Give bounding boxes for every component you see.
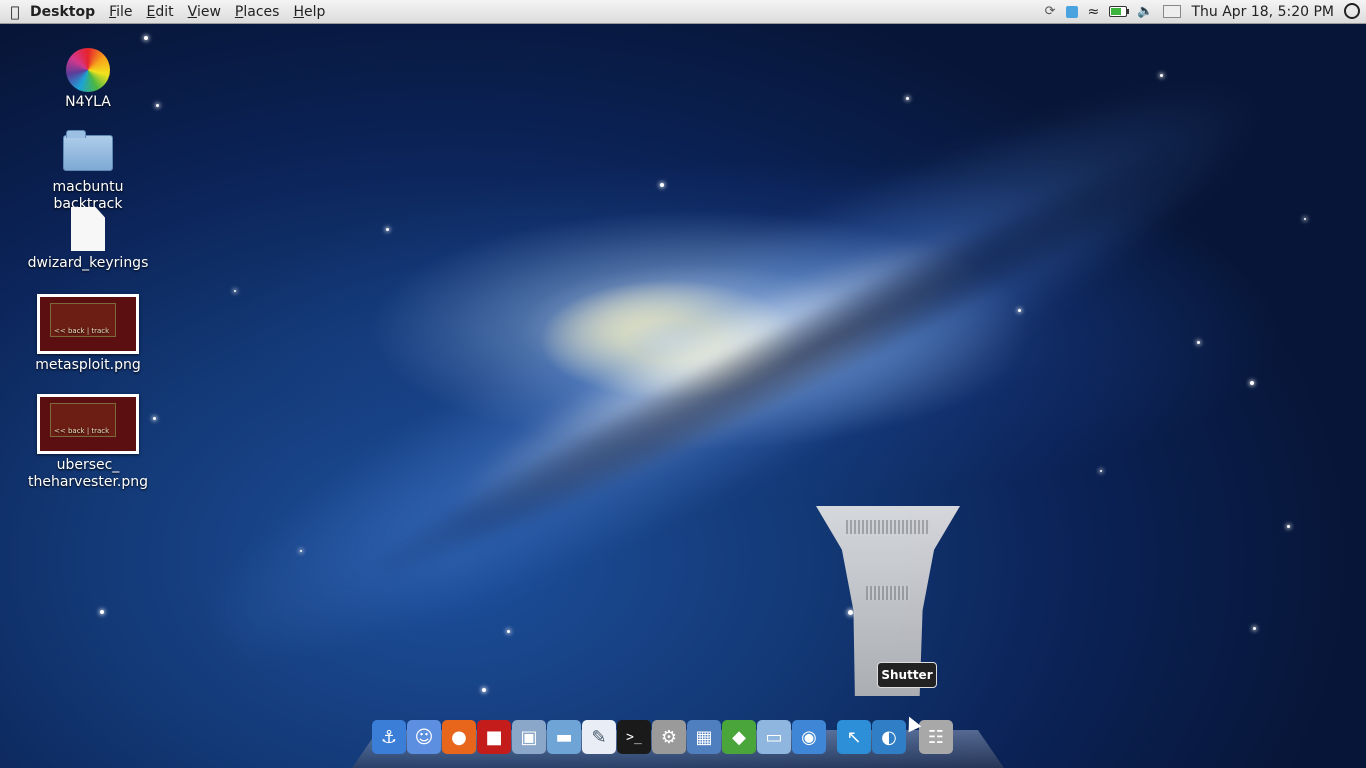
photo-booth-dock-item[interactable]: ■: [477, 720, 511, 754]
apple-logo-icon[interactable]: : [0, 3, 30, 21]
menu-places[interactable]: Places: [235, 4, 280, 20]
anchor-icon: ⚓: [380, 726, 398, 748]
home-folder-dock-item[interactable]: ▭: [757, 720, 791, 754]
photo-booth-icon: ■: [485, 726, 503, 748]
trash-icon: ☷: [927, 726, 945, 748]
cursor-app-icon: ↖: [846, 726, 862, 748]
anchor-dock-item[interactable]: ⚓: [372, 720, 406, 754]
desktop-icon-ubersec-theharvester-png[interactable]: << back | track ubersec_ theharvester.pn…: [18, 394, 158, 491]
dock-tooltip: Shutter: [877, 662, 937, 688]
sync-icon[interactable]: ⟳: [1045, 4, 1056, 19]
home-folder-icon: ▭: [765, 726, 783, 748]
battery-icon[interactable]: [1109, 6, 1130, 17]
thumbnail-text: << back | track: [54, 327, 110, 335]
spotlight-search-icon[interactable]: [1344, 2, 1360, 19]
workspace-switcher-icon: ▦: [695, 726, 713, 748]
shutter-icon: ◐: [881, 726, 897, 748]
desktop-icon-label: dwizard_keyrings: [27, 255, 149, 271]
image-thumbnail-icon: << back | track: [37, 294, 139, 354]
software-center-dock-item[interactable]: ◆: [722, 720, 756, 754]
scanner-dock-item[interactable]: ▬: [547, 720, 581, 754]
desktop-icon-label: metasploit.png: [35, 357, 141, 373]
flower-logo-icon: [66, 48, 110, 92]
system-tray: ⟳ ≈ 🔈 Thu Apr 18, 5:20 PM: [1045, 0, 1360, 23]
text-editor-icon: ✎: [591, 726, 607, 748]
cursor-app-dock-item[interactable]: ↖: [837, 720, 871, 754]
clock[interactable]: Thu Apr 18, 5:20 PM: [1191, 4, 1334, 20]
firefox-icon: ●: [451, 726, 467, 748]
folder-icon: [63, 130, 113, 171]
chat-icon: ◉: [801, 726, 817, 748]
image-viewer-icon: ▣: [520, 726, 538, 748]
volume-icon[interactable]: 🔈: [1137, 4, 1153, 19]
document-icon: [71, 207, 105, 251]
system-preferences-icon: ⚙: [660, 726, 678, 748]
galaxy-dust-lane: [363, 129, 1197, 601]
mail-icon[interactable]: [1163, 5, 1182, 18]
desktop-icon-metasploit-png[interactable]: << back | track metasploit.png: [18, 294, 158, 374]
desktop-icon-macbuntu-backtrack[interactable]: macbuntu backtrack: [18, 130, 158, 213]
terminal-dock-item[interactable]: >_: [617, 720, 651, 754]
workspace-switcher-dock-item[interactable]: ▦: [687, 720, 721, 754]
text-editor-dock-item[interactable]: ✎: [582, 720, 616, 754]
menu-help[interactable]: Help: [293, 4, 325, 20]
image-thumbnail-icon: << back | track: [37, 394, 139, 454]
desktop-icon-n4yla[interactable]: N4YLA: [18, 48, 158, 111]
galaxy-wallpaper-glow: [173, 0, 1307, 722]
menu-view[interactable]: View: [188, 4, 221, 20]
image-viewer-dock-item[interactable]: ▣: [512, 720, 546, 754]
chat-dock-item[interactable]: ◉: [792, 720, 826, 754]
scanner-icon: ▬: [555, 726, 573, 748]
desktop-icon-dwizard-keyrings[interactable]: dwizard_keyrings: [18, 207, 158, 272]
shutter-dock-item[interactable]: ◐: [872, 720, 906, 754]
menu-file[interactable]: File: [109, 4, 132, 20]
trash-dock-item[interactable]: ☷: [919, 720, 953, 754]
desktop-icon-label-line-1: ubersec_: [56, 457, 120, 473]
software-center-icon: ◆: [732, 726, 746, 748]
finder-icon: ☺: [414, 726, 434, 748]
app-name[interactable]: Desktop: [30, 4, 95, 20]
battery-level: [1111, 8, 1122, 15]
firefox-dock-item[interactable]: ●: [442, 720, 476, 754]
terminal-icon: >_: [626, 729, 642, 745]
desktop-icon-label: N4YLA: [65, 94, 111, 110]
menu-edit[interactable]: Edit: [147, 4, 174, 20]
top-menu-bar:  Desktop File Edit View Places Help ⟳ ≈…: [0, 0, 1366, 24]
wifi-icon[interactable]: ≈: [1088, 4, 1100, 20]
finder-dock-item[interactable]: ☺: [407, 720, 441, 754]
thumbnail-text: << back | track: [54, 427, 110, 435]
dropbox-icon[interactable]: [1065, 5, 1078, 18]
desktop-icon-label-line-2: theharvester.png: [27, 474, 149, 490]
system-preferences-dock-item[interactable]: ⚙: [652, 720, 686, 754]
